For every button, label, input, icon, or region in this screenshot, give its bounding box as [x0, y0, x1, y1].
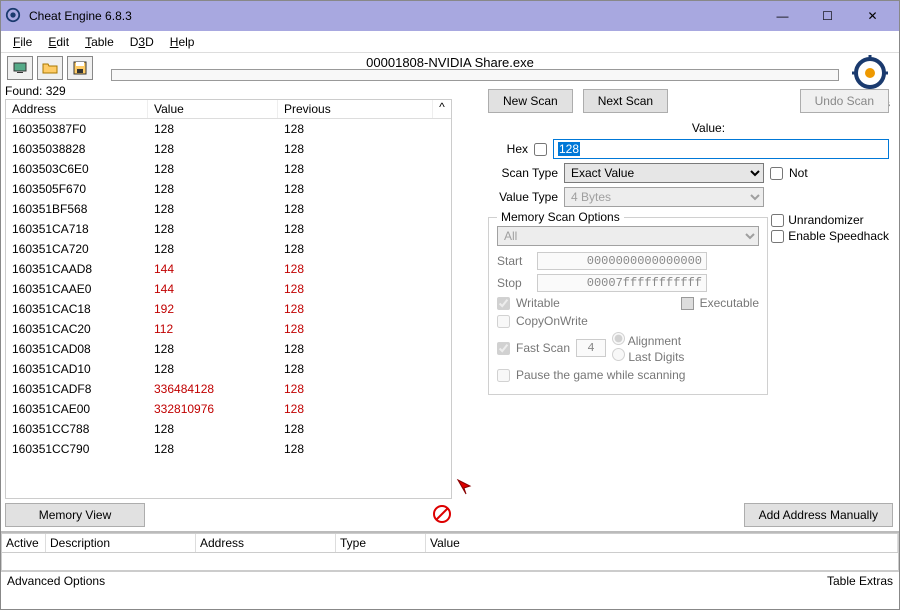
not-checkbox[interactable] [770, 167, 783, 180]
next-scan-button[interactable]: Next Scan [583, 89, 668, 113]
alignment-radio[interactable] [612, 332, 625, 345]
progress-bar [111, 69, 839, 81]
open-process-button[interactable] [7, 56, 33, 80]
table-row[interactable]: 160351CAD08128128 [6, 339, 451, 359]
menu-table[interactable]: Table [77, 33, 122, 51]
menu-help[interactable]: Help [162, 33, 203, 51]
table-row[interactable]: 160351CC788128128 [6, 419, 451, 439]
scroll-up-icon[interactable]: ^ [433, 100, 451, 118]
maximize-button[interactable]: ☐ [805, 2, 850, 30]
table-row[interactable]: 160351CADF8336484128128 [6, 379, 451, 399]
memory-view-button[interactable]: Memory View [5, 503, 145, 527]
titlebar: Cheat Engine 6.8.3 — ☐ ✕ [1, 1, 899, 31]
cheat-table[interactable]: Active Description Address Type Value [1, 531, 899, 571]
lastdigits-radio[interactable] [612, 348, 625, 361]
col-description[interactable]: Description [46, 534, 196, 552]
toolbar: 00001808-NVIDIA Share.exe Settings [1, 53, 899, 83]
table-row[interactable]: 160351CAE00332810976128 [6, 399, 451, 419]
table-row[interactable]: 1603505F670128128 [6, 179, 451, 199]
writable-checkbox[interactable] [497, 297, 510, 310]
col-address2[interactable]: Address [196, 534, 336, 552]
speedhack-checkbox[interactable] [771, 230, 784, 243]
start-input[interactable] [537, 252, 707, 270]
copyonwrite-checkbox[interactable] [497, 315, 510, 328]
fastscan-checkbox[interactable] [497, 342, 510, 355]
close-button[interactable]: ✕ [850, 2, 895, 30]
scan-type-label: Scan Type [488, 166, 558, 180]
value-input[interactable]: 128 [553, 139, 889, 159]
table-row[interactable]: 160351CAAD8144128 [6, 259, 451, 279]
table-row[interactable]: 160351BF568128128 [6, 199, 451, 219]
open-file-button[interactable] [37, 56, 63, 80]
scan-pane: New Scan Next Scan Undo Scan Value: Hex … [478, 83, 899, 531]
table-extras[interactable]: Table Extras [827, 574, 893, 588]
table-row[interactable]: 160351CAC20112128 [6, 319, 451, 339]
col-type[interactable]: Type [336, 534, 426, 552]
app-icon [5, 7, 23, 25]
results-table[interactable]: Address Value Previous ^ 160350387F01281… [5, 99, 452, 499]
col-value[interactable]: Value [148, 100, 278, 118]
table-row[interactable]: 160350387F0128128 [6, 119, 451, 139]
table-row[interactable]: 160351CAC18192128 [6, 299, 451, 319]
col-previous[interactable]: Previous [278, 100, 433, 118]
computer-icon [12, 60, 28, 76]
new-scan-button[interactable]: New Scan [488, 89, 573, 113]
table-row[interactable]: 160351CAAE0144128 [6, 279, 451, 299]
menu-d3d[interactable]: D3D [122, 33, 162, 51]
hex-label: Hex [488, 142, 528, 156]
table-row[interactable]: 1603503C6E0128128 [6, 159, 451, 179]
menubar: File Edit Table D3D Help [1, 31, 899, 53]
memory-scan-options: Memory Scan Options All Start Stop Writa… [488, 217, 768, 395]
col-address[interactable]: Address [6, 100, 148, 118]
executable-checkbox[interactable] [681, 297, 694, 310]
table-row[interactable]: 16035038828128128 [6, 139, 451, 159]
table-row[interactable]: 160351CC790128128 [6, 439, 451, 459]
attached-process: 00001808-NVIDIA Share.exe [366, 55, 534, 70]
menu-file[interactable]: File [5, 33, 40, 51]
table-row[interactable]: 160351CA720128128 [6, 239, 451, 259]
col-value2[interactable]: Value [426, 534, 898, 552]
region-select[interactable]: All [497, 226, 759, 246]
results-pane: Found: 329 Address Value Previous ^ 1603… [1, 83, 456, 531]
menu-edit[interactable]: Edit [40, 33, 77, 51]
add-address-manually-button[interactable]: Add Address Manually [744, 503, 893, 527]
stop-input[interactable] [537, 274, 707, 292]
fastscan-value[interactable] [576, 339, 606, 357]
col-active[interactable]: Active [2, 534, 46, 552]
unrandomizer-checkbox[interactable] [771, 214, 784, 227]
window-title: Cheat Engine 6.8.3 [29, 9, 760, 23]
status-bar: Advanced Options Table Extras [1, 571, 899, 590]
value-label: Value: [692, 121, 725, 135]
no-entry-icon[interactable] [432, 504, 452, 527]
table-row[interactable]: 160351CAD10128128 [6, 359, 451, 379]
hex-checkbox[interactable] [534, 143, 547, 156]
scan-type-select[interactable]: Exact Value [564, 163, 764, 183]
folder-open-icon [42, 60, 58, 76]
save-icon [72, 60, 88, 76]
undo-scan-button[interactable]: Undo Scan [800, 89, 889, 113]
pointer-arrow-icon[interactable] [456, 478, 478, 499]
not-label: Not [789, 166, 808, 180]
table-row[interactable]: 160351CA718128128 [6, 219, 451, 239]
value-type-label: Value Type [488, 190, 558, 204]
minimize-button[interactable]: — [760, 2, 805, 30]
found-count: Found: 329 [1, 83, 456, 99]
value-type-select[interactable]: 4 Bytes [564, 187, 764, 207]
advanced-options[interactable]: Advanced Options [7, 574, 105, 588]
pause-checkbox[interactable] [497, 369, 510, 382]
save-button[interactable] [67, 56, 93, 80]
